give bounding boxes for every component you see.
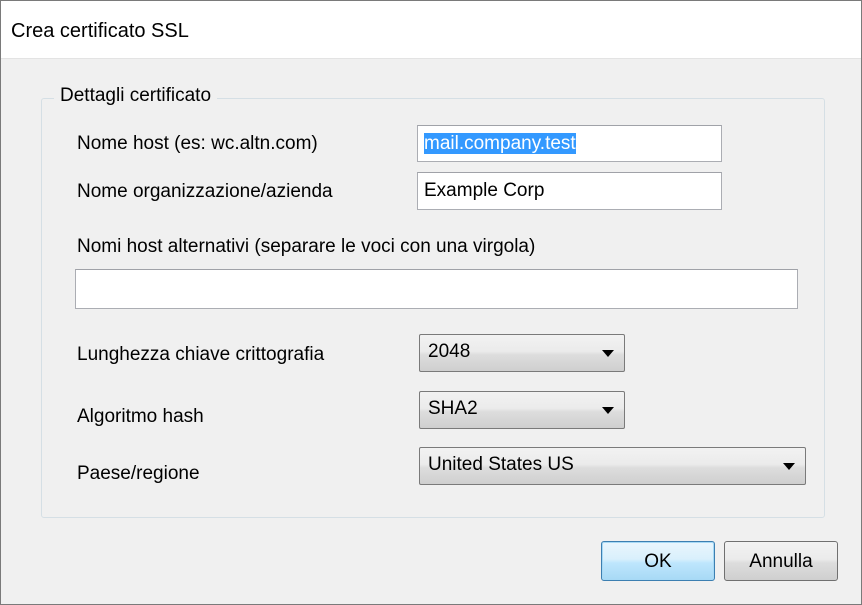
alt-hosts-input[interactable] — [75, 269, 798, 309]
country-label: Paese/regione — [77, 463, 200, 484]
host-name-value: mail.company.test — [424, 133, 576, 154]
chevron-down-icon — [783, 463, 795, 470]
group-legend: Dettagli certificato — [54, 85, 218, 107]
cancel-button-label: Annulla — [749, 551, 813, 572]
window-title: Crea certificato SSL — [11, 20, 189, 42]
dialog-window: Crea certificato SSL Dettagli certificat… — [0, 0, 862, 605]
organization-input[interactable]: Example Corp — [417, 172, 722, 210]
ok-button-label: OK — [644, 551, 672, 572]
hash-select[interactable]: SHA2 — [419, 391, 625, 429]
host-name-label: Nome host (es: wc.altn.com) — [77, 133, 318, 154]
organization-value: Example Corp — [424, 180, 545, 201]
key-length-select[interactable]: 2048 — [419, 334, 625, 372]
country-value: United States US — [428, 454, 574, 475]
country-select[interactable]: United States US — [419, 447, 806, 485]
organization-label: Nome organizzazione/azienda — [77, 181, 333, 202]
alt-hosts-label: Nomi host alternativi (separare le voci … — [77, 236, 536, 257]
hash-label: Algoritmo hash — [77, 406, 204, 427]
cancel-button[interactable]: Annulla — [724, 541, 838, 581]
title-bar[interactable]: Crea certificato SSL — [1, 1, 861, 59]
key-length-value: 2048 — [428, 341, 471, 362]
hash-value: SHA2 — [428, 398, 478, 419]
key-length-label: Lunghezza chiave crittografia — [77, 344, 325, 365]
ok-button[interactable]: OK — [601, 541, 715, 581]
chevron-down-icon — [602, 350, 614, 357]
chevron-down-icon — [602, 407, 614, 414]
host-name-input[interactable]: mail.company.test — [417, 125, 722, 162]
